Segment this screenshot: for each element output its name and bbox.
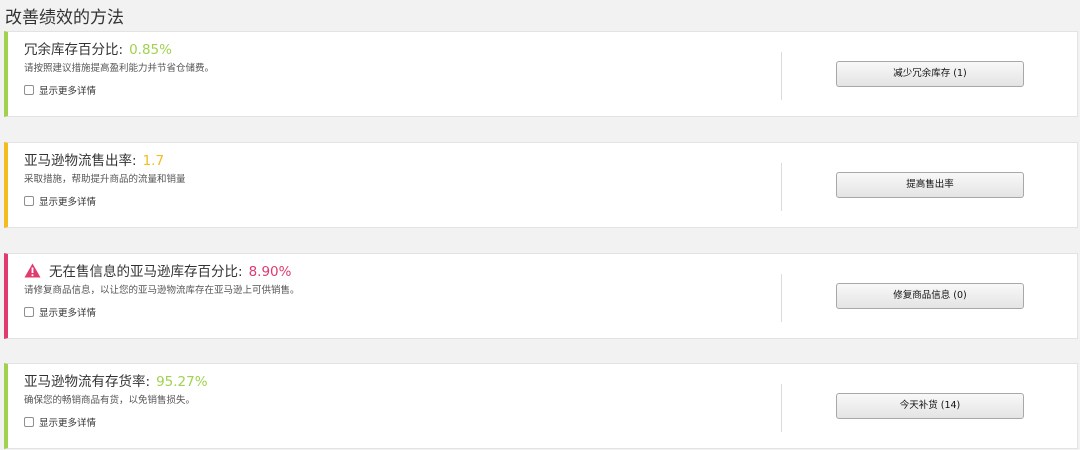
- show-more-details-toggle[interactable]: 显示更多详情: [24, 305, 96, 319]
- card-metric-value: 8.90%: [248, 264, 292, 280]
- card-title-label: 亚马逊物流有存货率:: [24, 374, 151, 390]
- card-metric-value: 1.7: [142, 153, 165, 169]
- card-title: 亚马逊物流有存货率: 95.27%: [24, 370, 208, 390]
- card-metric-value: 0.85%: [129, 42, 172, 58]
- card-title-label: 亚马逊物流售出率:: [24, 153, 137, 169]
- show-more-checkbox[interactable]: [24, 85, 34, 95]
- show-more-label: 显示更多详情: [39, 86, 97, 97]
- card-description: 请按照建议措施提高盈利能力并节省仓储费。: [24, 63, 215, 74]
- show-more-label: 显示更多详情: [39, 308, 97, 319]
- card-title: 亚马逊物流售出率: 1.7: [24, 149, 164, 169]
- card-title-label: 冗余库存百分比:: [24, 42, 124, 58]
- card-divider: [781, 163, 782, 211]
- show-more-checkbox[interactable]: [24, 307, 34, 317]
- show-more-label: 显示更多详情: [39, 197, 97, 208]
- show-more-details-toggle[interactable]: 显示更多详情: [24, 194, 96, 208]
- show-more-label: 显示更多详情: [39, 418, 97, 429]
- card-divider: [781, 384, 782, 432]
- fix-listings-button[interactable]: 修复商品信息 (0): [836, 283, 1024, 309]
- stranded-inventory-card: 无在售信息的亚马逊库存百分比: 8.90% 请修复商品信息，以让您的亚马逊物流库存…: [4, 253, 1078, 339]
- restock-today-button[interactable]: 今天补货 (14): [836, 393, 1024, 419]
- show-more-details-toggle[interactable]: 显示更多详情: [24, 415, 96, 429]
- reduce-excess-inventory-button[interactable]: 减少冗余库存 (1): [836, 61, 1024, 87]
- card-title: 无在售信息的亚马逊库存百分比: 8.90%: [24, 260, 291, 280]
- show-more-checkbox[interactable]: [24, 417, 34, 427]
- improve-sell-through-button[interactable]: 提高售出率: [836, 172, 1024, 198]
- show-more-checkbox[interactable]: [24, 196, 34, 206]
- card-title-label: 无在售信息的亚马逊库存百分比:: [49, 264, 243, 280]
- card-description: 采取措施，帮助提升商品的流量和销量: [24, 174, 186, 185]
- excess-inventory-card: 冗余库存百分比: 0.85% 请按照建议措施提高盈利能力并节省仓储费。 显示更多详…: [4, 31, 1078, 117]
- card-metric-value: 95.27%: [156, 374, 208, 390]
- card-description: 请修复商品信息，以让您的亚马逊物流库存在亚马逊上可供销售。: [24, 285, 300, 296]
- card-divider: [781, 52, 782, 100]
- card-title: 冗余库存百分比: 0.85%: [24, 38, 172, 58]
- page-title: 改善绩效的方法: [5, 8, 124, 28]
- in-stock-rate-card: 亚马逊物流有存货率: 95.27% 确保您的畅销商品有货，以免销售损失。 显示更多…: [4, 363, 1078, 449]
- warning-icon: [24, 263, 41, 278]
- card-description: 确保您的畅销商品有货，以免销售损失。: [24, 395, 196, 406]
- show-more-details-toggle[interactable]: 显示更多详情: [24, 83, 96, 97]
- sell-through-rate-card: 亚马逊物流售出率: 1.7 采取措施，帮助提升商品的流量和销量 显示更多详情 提高…: [4, 142, 1078, 228]
- card-divider: [781, 274, 782, 322]
